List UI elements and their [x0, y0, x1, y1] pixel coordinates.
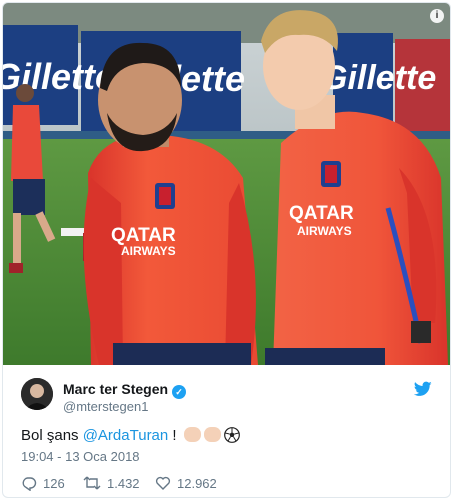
like-action[interactable]: 12.962 [155, 474, 217, 492]
left-shirt-sponsor-2: AIRWAYS [121, 244, 176, 258]
tweet-timestamp[interactable]: 19:04 - 13 Oca 2018 [21, 449, 140, 464]
banner-text-right: Gillette [321, 59, 436, 97]
right-shirt-sponsor-2: AIRWAYS [297, 224, 352, 238]
photo-illustration: Gillette Gillette Gillette QATAR AIRWAYS… [3, 3, 450, 365]
tweet-text-suffix: ! [168, 427, 181, 444]
right-shirt-sponsor-1: QATAR [289, 203, 354, 224]
like-count: 12.962 [177, 475, 217, 491]
info-icon[interactable]: i [430, 9, 444, 23]
author-name-row[interactable]: Marc ter Stegen ✓ [63, 381, 187, 399]
mention-link[interactable]: @ArdaTuran [83, 427, 169, 444]
author-handle[interactable]: @mterstegen1 [63, 399, 148, 414]
reply-action[interactable]: 126 [21, 474, 65, 492]
author-avatar[interactable] [21, 378, 53, 410]
tweet-photo[interactable]: Gillette Gillette Gillette QATAR AIRWAYS… [3, 3, 450, 365]
verified-icon: ✓ [172, 385, 187, 399]
retweet-icon [83, 476, 101, 490]
soccer-ball-emoji [223, 427, 240, 443]
retweet-count: 1.432 [107, 475, 140, 491]
like-icon [155, 476, 171, 490]
tweet-header: Marc ter Stegen ✓ @mterstegen1 [3, 369, 450, 419]
avatar-image [21, 378, 53, 410]
tweet-text: Bol şans @ArdaTuran ! [21, 427, 240, 444]
author-name[interactable]: Marc ter Stegen [63, 381, 168, 397]
retweet-action[interactable]: 1.432 [83, 474, 140, 492]
left-shirt-sponsor-1: QATAR [111, 225, 176, 246]
flexed-biceps-emoji [183, 427, 201, 442]
twitter-bird-icon[interactable] [414, 381, 432, 397]
reply-icon [22, 477, 37, 491]
tweet-text-prefix: Bol şans [21, 427, 83, 444]
reply-count: 126 [43, 475, 65, 491]
fist-emoji [203, 427, 221, 442]
tweet-card: Gillette Gillette Gillette QATAR AIRWAYS… [2, 2, 451, 498]
